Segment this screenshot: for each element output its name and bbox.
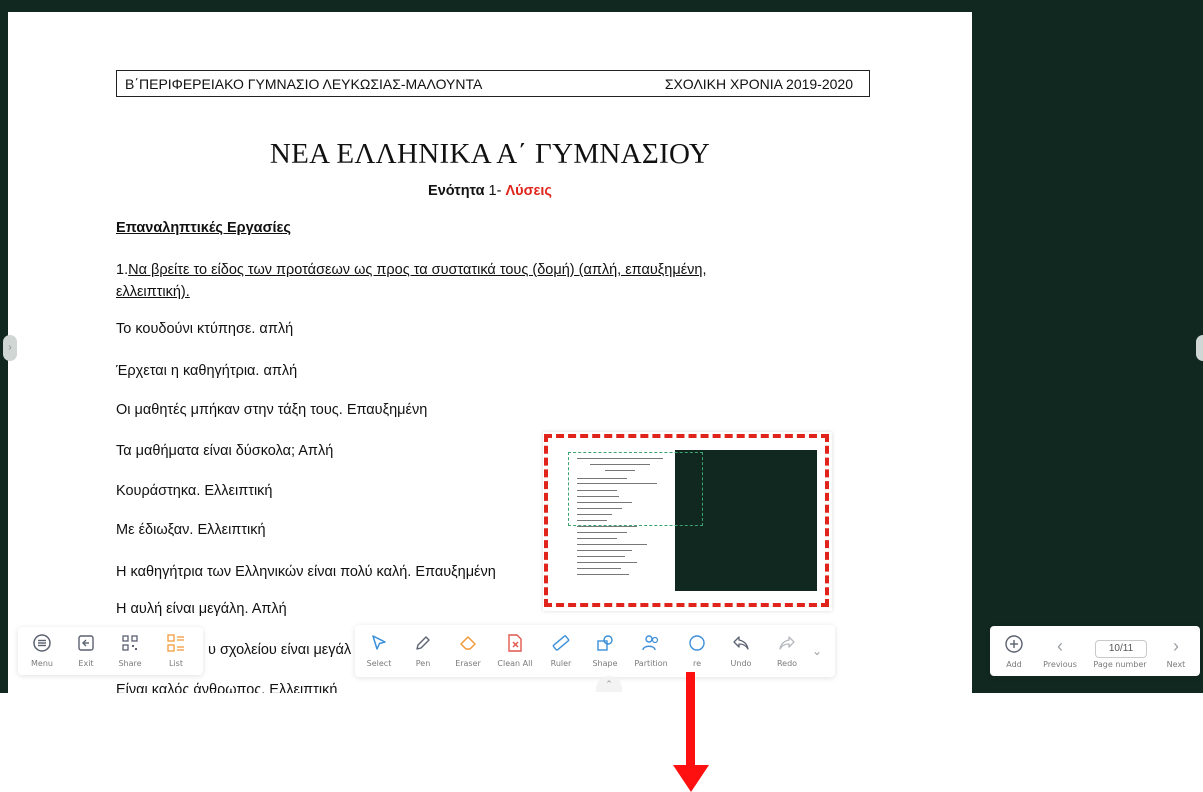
- answer-line: Οι μαθητές μπήκαν στην τάξη τους. Επαυξη…: [116, 402, 428, 418]
- share-button[interactable]: Share: [110, 633, 150, 668]
- annotation-arrow-shaft: [686, 672, 695, 766]
- redo-icon: [767, 633, 807, 657]
- qr-share-icon: [110, 633, 150, 657]
- exit-icon: [66, 633, 106, 657]
- subtitle-unit: Ενότητα: [428, 183, 485, 199]
- chevron-left-icon: ‹: [1057, 636, 1063, 656]
- header-school: Β΄ΠΕΡΙΦΕΡΕΙΑΚΟ ΓΥΜΝΑΣΙΟ ΛΕΥΚΩΣΙΑΣ-ΜΑΛΟΥΝ…: [125, 76, 483, 92]
- clean-all-icon: [495, 633, 535, 657]
- menu-icon: [22, 633, 62, 657]
- subtitle-unit-number: 1-: [484, 183, 506, 199]
- previous-label: Previous: [1043, 660, 1077, 669]
- answer-line: Έρχεται η καθηγήτρια. απλή: [116, 363, 298, 379]
- subtitle-answers: Λύσεις: [505, 183, 552, 199]
- answer-line: Η αυλή είναι μεγάλη. Απλή: [116, 601, 287, 617]
- add-label: Add: [1006, 660, 1022, 669]
- next-page-button[interactable]: › Next: [1156, 634, 1196, 669]
- undo-label: Undo: [730, 659, 752, 668]
- more-label: re: [692, 659, 702, 668]
- ruler-tool[interactable]: Ruler: [541, 633, 581, 668]
- scroll-right-handle[interactable]: [1196, 335, 1203, 361]
- chevron-right-icon: ›: [1173, 636, 1179, 656]
- answer-line: Είναι καλός άνθρωπος. Ελλειπτική: [116, 682, 338, 693]
- scroll-left-handle[interactable]: ›: [3, 335, 17, 361]
- answer-line: Η καθηγήτρια των Ελληνικών είναι πολύ κα…: [116, 564, 496, 580]
- share-label: Share: [118, 659, 142, 668]
- question-line-1: 1.Να βρείτε το είδος των προτάσεων ως πρ…: [116, 262, 707, 278]
- list-icon: [156, 633, 196, 657]
- chevron-down-icon: ⌄: [811, 644, 823, 658]
- page-number-caption: Page number: [1090, 660, 1150, 669]
- shape-icon: [585, 633, 625, 657]
- answer-line: Κουράστηκα. Ελλειπτική: [116, 483, 273, 499]
- select-label: Select: [366, 659, 392, 668]
- eraser-label: Eraser: [455, 659, 481, 668]
- clean-all-tool[interactable]: Clean All: [495, 633, 535, 668]
- answer-line: Τα μαθήματα είναι δύσκολα; Απλή: [116, 443, 334, 459]
- header-school-year: ΣΧΟΛΙΚΗ ΧΡΟΝΙΑ 2019-2020: [664, 76, 853, 92]
- main-toolbar: Select Pen Eraser Clean All Ruler Shape: [355, 625, 835, 677]
- list-button[interactable]: List: [156, 633, 196, 668]
- partition-icon: [631, 633, 671, 657]
- partition-label: Partition: [634, 659, 668, 668]
- exit-button[interactable]: Exit: [66, 633, 106, 668]
- more-tool[interactable]: re: [677, 633, 717, 668]
- document-title: ΝΕΑ ΕΛΛΗΝΙΚΑ Α΄ ΓΥΜΝΑΣΙΟΥ: [269, 138, 711, 170]
- menu-button[interactable]: Menu: [22, 633, 62, 668]
- highlight-annotation-box: [544, 434, 829, 607]
- undo-button[interactable]: Undo: [721, 633, 761, 668]
- question-line-2: ελλειπτική).: [116, 284, 190, 300]
- pen-label: Pen: [415, 659, 431, 668]
- next-label: Next: [1166, 660, 1186, 669]
- document-subtitle: Ενότητα 1- Λύσεις: [8, 183, 972, 199]
- more-icon: [677, 633, 717, 657]
- add-circle-icon: [994, 634, 1034, 658]
- exit-label: Exit: [78, 659, 94, 668]
- section-heading: Επαναληπτικές Εργασίες: [116, 220, 291, 236]
- undo-icon: [721, 633, 761, 657]
- eraser-tool[interactable]: Eraser: [448, 633, 488, 668]
- shape-label: Shape: [592, 659, 618, 668]
- partition-tool[interactable]: Partition: [631, 633, 671, 668]
- left-toolbar: Menu Exit Share List: [18, 627, 203, 675]
- page-number-label: Page number: [1093, 660, 1147, 669]
- redo-label: Redo: [776, 659, 798, 668]
- clean-all-label: Clean All: [497, 659, 533, 668]
- previous-page-button[interactable]: ‹ Previous: [1040, 634, 1080, 669]
- answer-line: Με έδιωξαν. Ελλειπτική: [116, 522, 266, 538]
- list-label: List: [169, 659, 183, 668]
- menu-label: Menu: [31, 659, 53, 668]
- add-page-button[interactable]: Add: [994, 634, 1034, 669]
- cursor-icon: [359, 633, 399, 657]
- page-number-input[interactable]: 10/11: [1095, 640, 1147, 658]
- shape-tool[interactable]: Shape: [585, 633, 625, 668]
- toolbar-collapse-button[interactable]: ⌄: [805, 639, 829, 663]
- pen-tool[interactable]: Pen: [403, 633, 443, 668]
- question-number: 1.: [116, 262, 129, 278]
- pen-icon: [403, 633, 443, 657]
- answer-line-partial: υ σχολείου είναι μεγάλ: [208, 642, 352, 658]
- annotation-arrow-head: [673, 765, 709, 792]
- answer-line: Το κουδούνι κτύπησε. απλή: [116, 321, 294, 337]
- ruler-icon: [541, 633, 581, 657]
- document-header-box: Β΄ΠΕΡΙΦΕΡΕΙΑΚΟ ΓΥΜΝΑΣΙΟ ΛΕΥΚΩΣΙΑΣ-ΜΑΛΟΥΝ…: [116, 70, 870, 97]
- question-text-1: Να βρείτε το είδος των προτάσεων ως προς…: [128, 262, 707, 278]
- ruler-label: Ruler: [550, 659, 572, 668]
- eraser-icon: [448, 633, 488, 657]
- select-tool[interactable]: Select: [359, 633, 399, 668]
- redo-button[interactable]: Redo: [767, 633, 807, 668]
